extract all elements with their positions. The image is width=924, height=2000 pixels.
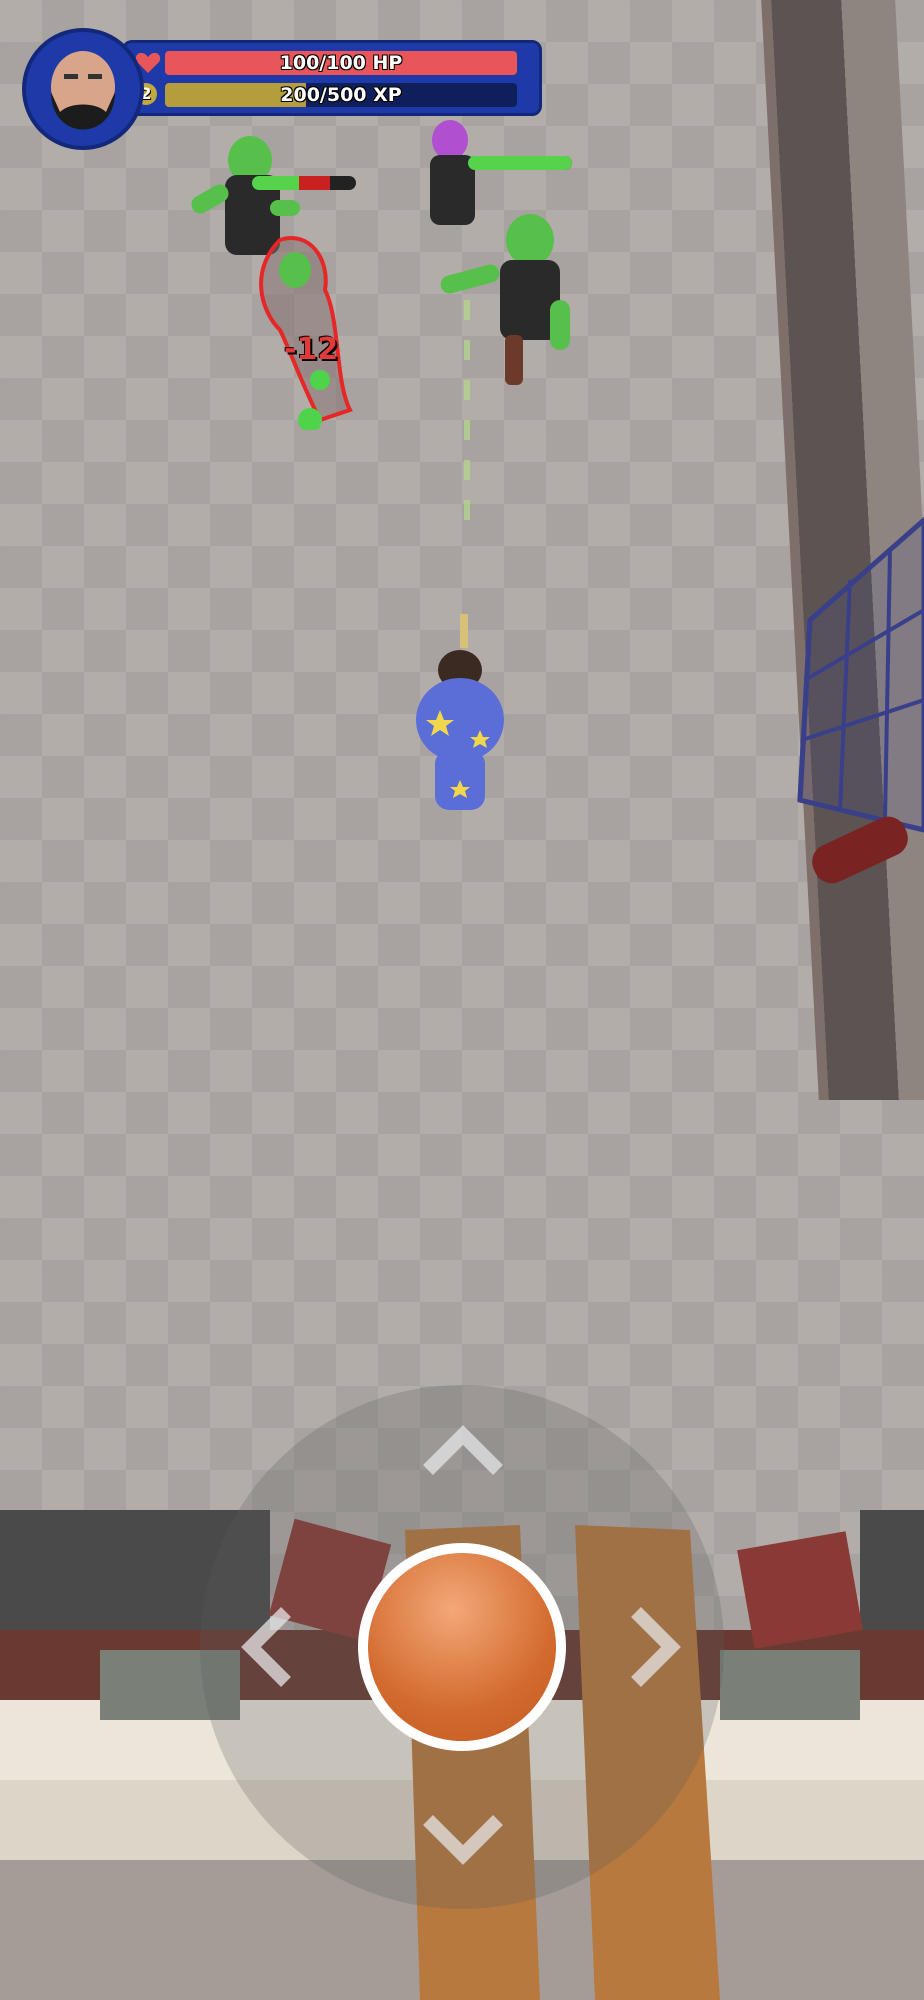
zombie-health-fill xyxy=(252,176,299,190)
xp-bar: 200/500 XP xyxy=(165,83,517,107)
zombie-enemy-2[interactable] xyxy=(420,110,590,390)
stats-panel: 100/100 HP 2 200/500 XP xyxy=(122,40,542,116)
fire-button-core xyxy=(368,1553,556,1741)
zombie-health-fill xyxy=(468,156,572,170)
hp-text: 100/100 HP xyxy=(279,52,403,74)
xp-text: 200/500 XP xyxy=(280,84,402,106)
damage-popup: -12 xyxy=(284,332,339,367)
player-sprite xyxy=(416,614,504,810)
avatar-portrait xyxy=(51,51,115,130)
metal-cage xyxy=(797,516,924,884)
zombie-hit-sprite xyxy=(259,236,353,432)
chevron-down-icon[interactable] xyxy=(418,1810,508,1870)
zombie-sprite xyxy=(430,120,570,385)
player-avatar[interactable] xyxy=(22,28,144,150)
zombie-health-damage xyxy=(298,176,330,190)
chevron-left-icon[interactable] xyxy=(236,1602,296,1692)
zombie-enemy-damaged[interactable] xyxy=(240,230,360,432)
fire-button[interactable] xyxy=(358,1543,566,1751)
hp-bar: 100/100 HP xyxy=(165,51,517,75)
chevron-up-icon[interactable] xyxy=(418,1420,508,1480)
zombie-health-bar xyxy=(468,156,572,170)
chevron-right-icon[interactable] xyxy=(626,1602,686,1692)
player-character[interactable] xyxy=(400,610,530,830)
zombie-health-bar xyxy=(252,176,356,190)
player-hud: 100/100 HP 2 200/500 XP xyxy=(22,24,542,152)
